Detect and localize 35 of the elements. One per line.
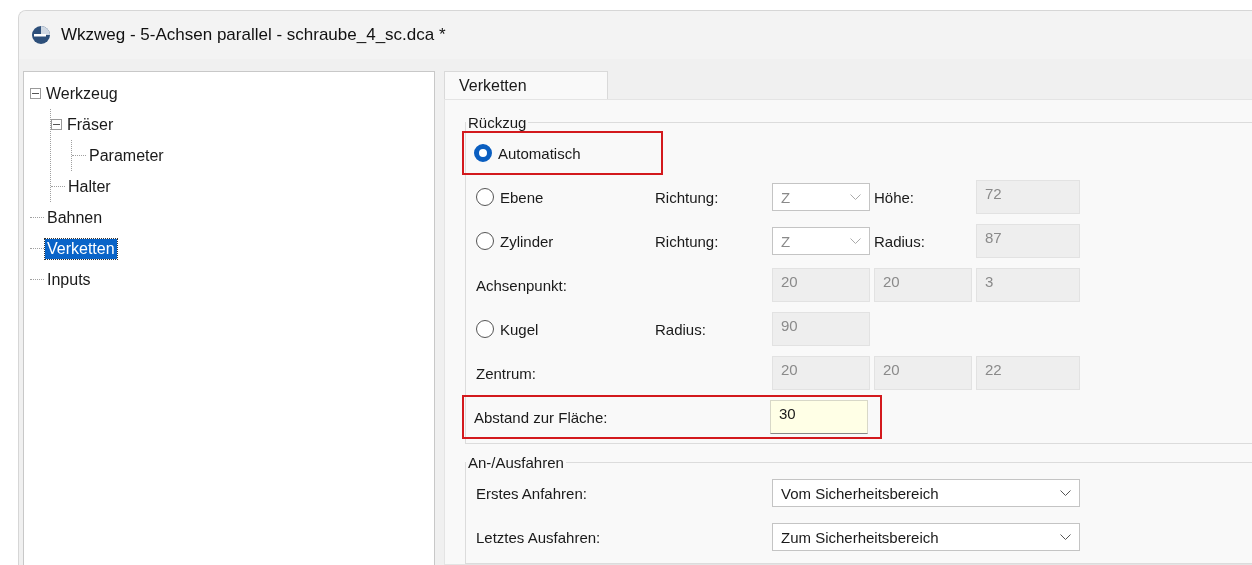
collapse-icon[interactable] — [30, 88, 41, 99]
chevron-down-icon — [850, 238, 861, 244]
tree-item[interactable]: Bahnen — [45, 207, 105, 228]
tree-item[interactable]: Inputs — [45, 269, 93, 290]
collapse-icon[interactable] — [51, 119, 62, 130]
chevron-down-icon — [850, 194, 861, 200]
field-label: Achsenpunkt: — [476, 276, 568, 294]
dropdown[interactable]: Vom Sicherheitsbereich — [772, 479, 1080, 507]
field-label: Abstand zur Fläche: — [474, 408, 609, 426]
tree-item[interactable]: Parameter — [87, 145, 166, 166]
radio-option[interactable]: Ebene — [476, 188, 651, 206]
tree-item[interactable]: Werkzeug — [44, 83, 120, 104]
field-label: Richtung: — [655, 188, 720, 206]
field-label: Höhe: — [874, 188, 916, 206]
field-label: Zentrum: — [476, 364, 537, 382]
window-title: Wkzweg - 5-Achsen parallel - schraube_4_sc.dca * — [61, 25, 446, 45]
group-title: An-/Ausfahren — [467, 454, 565, 471]
radio-option[interactable]: Zylinder — [476, 232, 651, 250]
group-title: Rückzug — [467, 114, 528, 131]
tab[interactable]: Verketten — [444, 71, 608, 99]
tree-item[interactable]: Verketten — [45, 238, 117, 259]
field-label: Radius: — [874, 232, 926, 250]
app-icon — [31, 25, 51, 45]
dropdown[interactable]: Zum Sicherheitsbereich — [772, 523, 1080, 551]
chevron-down-icon — [1060, 534, 1071, 540]
tree-item[interactable]: Fräser — [65, 114, 116, 135]
radio-option[interactable]: Kugel — [476, 320, 651, 338]
field-label: Erstes Anfahren: — [476, 484, 588, 502]
chevron-down-icon — [1060, 490, 1071, 496]
input-field[interactable]: 30 — [770, 400, 868, 434]
field-label: Richtung: — [655, 232, 720, 250]
field-label: Letztes Ausfahren: — [476, 528, 602, 546]
field-label: Radius: — [655, 320, 707, 338]
tree-item[interactable]: Halter — [66, 176, 113, 197]
radio-option[interactable]: Automatisch — [474, 144, 649, 162]
